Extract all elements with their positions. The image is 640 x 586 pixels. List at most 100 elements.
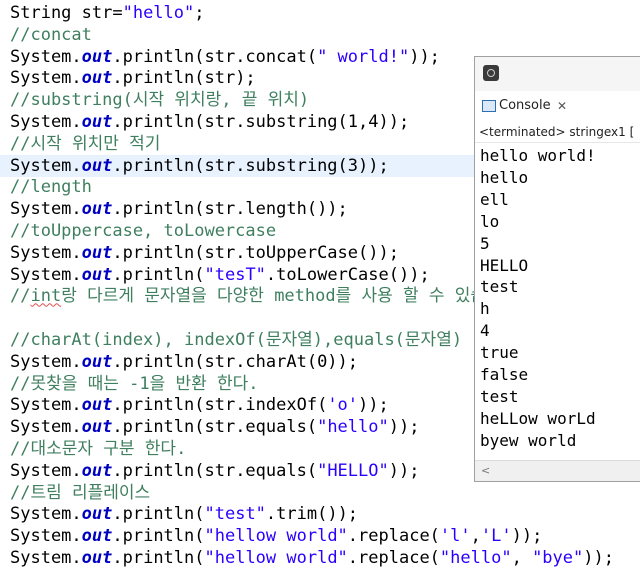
code-line[interactable]: System.out.println(str.equals("hello")); — [10, 416, 419, 438]
code-token: .toLowerCase()); — [265, 264, 430, 285]
code-token: .replace( — [347, 548, 440, 568]
code-token: System. — [10, 46, 82, 67]
code-token: 'l' — [439, 526, 471, 547]
code-token: 못찾을 때는 — [30, 373, 130, 394]
code-token: "hello" — [439, 548, 512, 568]
code-line-current[interactable]: System.out.println(str.substring(3)); — [0, 154, 474, 177]
code-token: //substring( — [10, 90, 133, 111]
code-token: , — [470, 526, 481, 547]
code-token: System. — [10, 199, 82, 220]
console-toolbar — [475, 57, 640, 92]
code-token: 을 반환 한다. — [149, 373, 259, 394]
code-token: System. — [10, 526, 82, 547]
code-token: "hello" — [122, 3, 195, 23]
code-token: .println(str.equals( — [112, 460, 318, 481]
code-token: .println(str.substring(1,4)); — [112, 112, 410, 132]
code-line[interactable]: System.out.println(str.charAt(0)); — [10, 351, 358, 373]
code-line[interactable]: //int랑 다르게 문자열을 다양한 method를 사용 할 수 있습니다. — [10, 285, 528, 307]
console-output-line: byew world — [480, 430, 577, 450]
code-line[interactable]: //트림 리플레이스 — [10, 482, 150, 504]
code-line[interactable]: System.out.println("hellow world".replac… — [10, 547, 614, 569]
code-line[interactable]: //대소문자 구분 한다. — [10, 438, 186, 460]
code-line[interactable]: //charAt(index), indexOf(문자열),equals(문자열… — [10, 329, 462, 351]
code-line[interactable]: System.out.println(str.substring(1,4)); — [10, 111, 409, 133]
code-token: //concat — [10, 24, 92, 45]
code-token: " world!" — [317, 46, 410, 67]
code-token: System. — [10, 68, 82, 89]
code-token: System. — [10, 264, 82, 285]
code-token: .trim()); — [265, 504, 359, 525]
code-token: "bye" — [532, 548, 584, 568]
scroll-left-icon[interactable]: < — [481, 464, 490, 477]
tab-console-label: Console — [499, 98, 551, 113]
code-token: )); — [511, 526, 543, 547]
console-output-line: true — [480, 343, 519, 363]
code-token: out — [81, 548, 113, 568]
code-token: String str= — [10, 3, 123, 23]
tab-console[interactable]: Console ✕ — [475, 91, 640, 121]
code-token: 'L' — [480, 526, 512, 547]
code-token: out — [81, 264, 113, 285]
code-line[interactable]: System.out.println(str.indexOf('o')); — [10, 394, 389, 416]
code-line[interactable]: //시작 위치만 적기 — [10, 133, 160, 155]
code-token: out — [81, 351, 113, 372]
code-token: )); — [409, 46, 440, 67]
code-line[interactable]: //substring(시작 위치랑, 끝 위치) — [10, 89, 309, 111]
code-token: .println( — [112, 504, 205, 525]
code-line[interactable]: //toUppercase, toLowercase — [10, 220, 276, 242]
code-token: .println(str.length()); — [112, 199, 348, 220]
code-line[interactable]: System.out.println(str.length()); — [10, 198, 348, 220]
code-line[interactable]: System.out.println("tesT".toLowerCase())… — [10, 264, 430, 286]
code-token: "tesT" — [204, 264, 266, 285]
console-output-line: h — [480, 299, 490, 319]
code-token: .println(str.toUpperCase()); — [112, 242, 399, 263]
code-token: "hello" — [317, 417, 389, 438]
code-token: "hellow world" — [204, 526, 348, 547]
code-token: ),equals( — [312, 330, 405, 350]
code-token: .replace( — [347, 526, 440, 547]
code-line[interactable]: System.out.println(str.toUpperCase()); — [10, 242, 399, 264]
console-output-line: test — [480, 277, 519, 297]
close-icon[interactable]: ✕ — [557, 91, 567, 121]
code-line[interactable]: System.out.println(str.equals("HELLO")); — [10, 460, 419, 482]
code-token: "hellow world" — [204, 548, 348, 568]
code-token: .println( — [112, 548, 205, 568]
horizontal-scrollbar[interactable]: < — [475, 460, 640, 481]
code-token: // — [10, 373, 31, 394]
code-token: )); — [358, 395, 389, 416]
code-token: .println(str); — [112, 68, 256, 89]
code-line[interactable]: String str="hello"; — [10, 2, 205, 24]
code-line[interactable]: System.out.println(str); — [10, 67, 256, 89]
code-token: System. — [10, 112, 82, 132]
code-token: out — [81, 46, 113, 67]
code-token: // — [10, 482, 31, 503]
code-token: 대소문자 구분 한다. — [30, 439, 187, 459]
code-line[interactable]: System.out.println("test".trim()); — [10, 503, 358, 525]
code-token: out — [81, 199, 113, 220]
code-token: out — [81, 417, 113, 438]
code-token: )); — [388, 417, 420, 438]
code-token: //length — [10, 177, 92, 198]
code-token: )); — [388, 460, 420, 481]
minimize-maximize-icon[interactable] — [483, 65, 499, 81]
console-output: hello world! hello ell lo 5 HELLO test h 4 true fa… — [475, 143, 640, 461]
code-token: .println( — [112, 526, 205, 547]
code-line[interactable]: //concat — [10, 24, 92, 46]
code-token: out — [81, 112, 113, 132]
code-token: System. — [10, 395, 82, 416]
code-token: .println(str.equals( — [112, 417, 318, 438]
code-line[interactable]: //length — [10, 176, 92, 198]
code-token: out — [81, 68, 113, 89]
code-token: //toUppercase, toLowercase — [10, 221, 277, 241]
code-line[interactable] — [10, 307, 20, 329]
code-line[interactable]: System.out.println(str.concat(" world!")… — [10, 46, 440, 68]
code-token: 랑 다르게 문자열을 다양한 — [61, 286, 275, 307]
code-line[interactable]: //못찾을 때는 -1을 반환 한다. — [10, 373, 259, 395]
code-token: .println( — [112, 264, 205, 285]
code-token: )); — [583, 548, 614, 568]
code-token: int — [30, 286, 62, 307]
code-token: System. — [10, 548, 82, 568]
console-output-line: ell — [480, 189, 509, 209]
console-output-line: hello — [480, 167, 529, 187]
code-line[interactable]: System.out.println("hellow world".replac… — [10, 525, 542, 547]
